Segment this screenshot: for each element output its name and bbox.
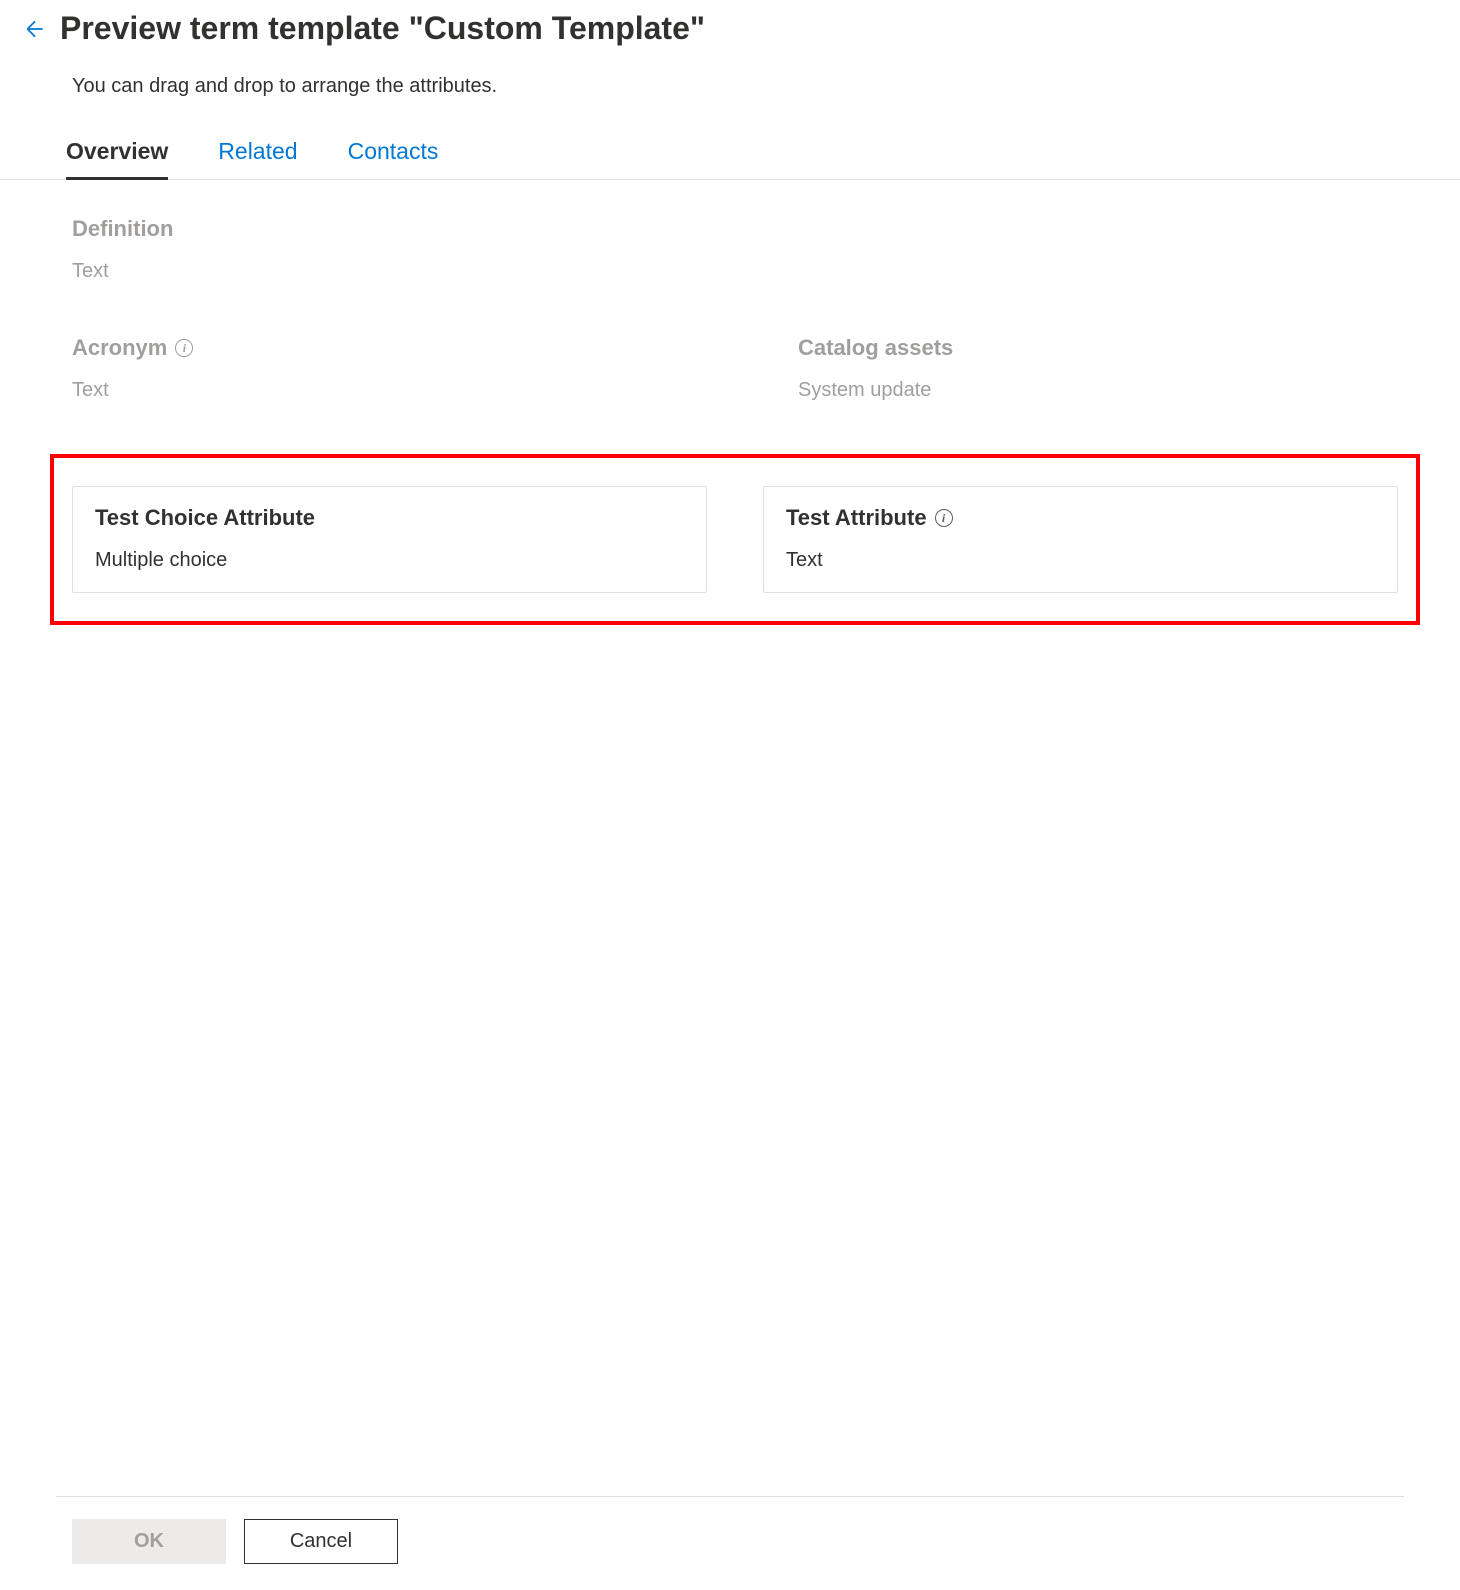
custom-attr-title-text: Test Choice Attribute [95,505,315,531]
acronym-label: Acronym i [72,335,678,361]
info-icon[interactable]: i [935,509,953,527]
acronym-value: Text [72,379,678,402]
custom-attr-value: Multiple choice [95,549,684,572]
catalog-label: Catalog assets [798,335,1404,361]
custom-attr-title: Test Choice Attribute [95,505,684,531]
tab-contacts[interactable]: Contacts [348,138,439,179]
footer: OK Cancel [56,1496,1404,1564]
tab-overview[interactable]: Overview [66,138,168,179]
highlight-box: Test Choice Attribute Multiple choice Te… [50,454,1420,625]
tabs-container: Overview Related Contacts [0,98,1460,180]
ok-button[interactable]: OK [72,1519,226,1564]
back-arrow-icon[interactable] [22,16,48,42]
custom-attr-title-text: Test Attribute [786,505,927,531]
cancel-button[interactable]: Cancel [244,1519,398,1564]
custom-attr-value: Text [786,549,1375,572]
catalog-value: System update [798,379,1404,402]
definition-value: Text [72,260,1404,283]
subtitle-text: You can drag and drop to arrange the att… [0,47,1460,98]
custom-attr-title: Test Attribute i [786,505,1375,531]
custom-attr-card[interactable]: Test Choice Attribute Multiple choice [72,486,707,593]
footer-divider [56,1496,1404,1497]
acronym-label-text: Acronym [72,335,167,361]
info-icon[interactable]: i [175,339,193,357]
definition-label: Definition [72,216,1404,242]
custom-attr-card[interactable]: Test Attribute i Text [763,486,1398,593]
page-title: Preview term template "Custom Template" [60,10,705,47]
tab-related[interactable]: Related [218,138,297,179]
